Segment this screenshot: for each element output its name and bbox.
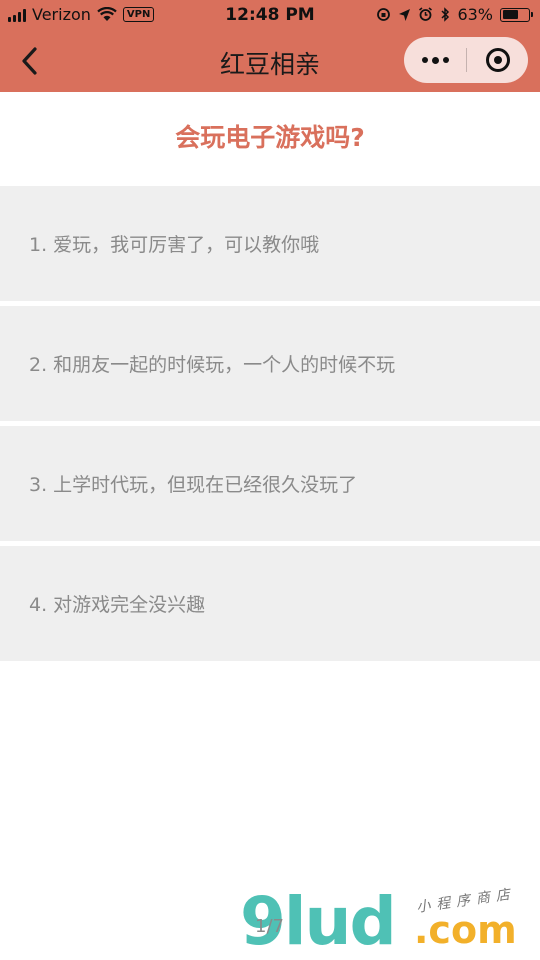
nav-bar: 红豆相亲 <box>0 30 540 92</box>
location-icon <box>399 8 411 21</box>
battery-percent: 63% <box>457 5 493 24</box>
more-button[interactable] <box>404 37 466 83</box>
option-4[interactable]: 4. 对游戏完全没兴趣 <box>0 546 540 661</box>
watermark-logo: 9lud .com 小程序商店 <box>240 884 540 960</box>
status-bar: Verizon VPN 12:48 PM 63% <box>0 0 540 30</box>
battery-icon <box>500 7 533 22</box>
status-right: 63% <box>376 5 533 24</box>
option-list: 1. 爱玩，我可厉害了，可以教你哦 2. 和朋友一起的时候玩，一个人的时候不玩 … <box>0 186 540 666</box>
bluetooth-icon <box>441 7 450 22</box>
option-3[interactable]: 3. 上学时代玩，但现在已经很久没玩了 <box>0 426 540 541</box>
more-dots-icon <box>421 57 428 63</box>
rotation-lock-icon <box>377 8 391 21</box>
option-2[interactable]: 2. 和朋友一起的时候玩，一个人的时候不玩 <box>0 306 540 421</box>
target-close-icon <box>485 48 510 72</box>
page-indicator: 1/7 <box>255 916 284 937</box>
question-title: 会玩电子游戏吗? <box>175 123 365 152</box>
option-1[interactable]: 1. 爱玩，我可厉害了，可以教你哦 <box>0 186 540 301</box>
miniprogram-capsule <box>404 37 528 83</box>
close-miniprogram-button[interactable] <box>467 37 528 83</box>
alarm-icon <box>419 7 433 21</box>
